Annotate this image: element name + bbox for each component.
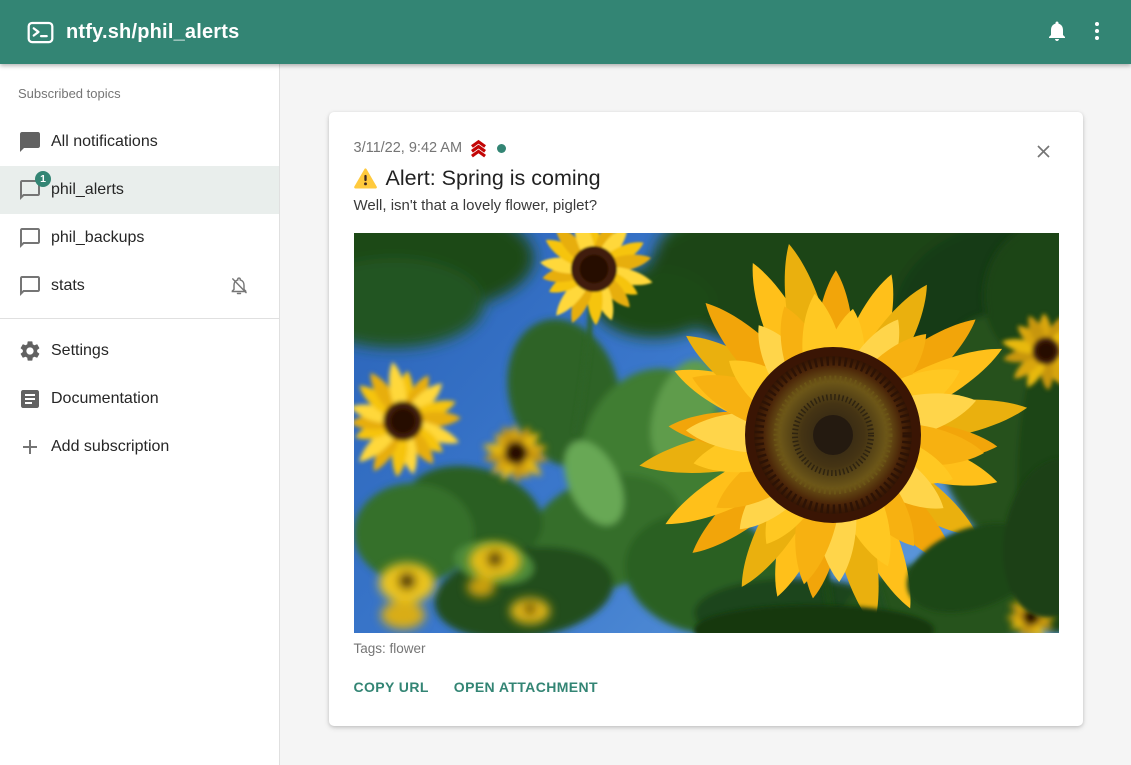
chat-bubble-outline-icon <box>18 274 42 298</box>
close-notification-button[interactable] <box>1027 136 1061 170</box>
sidebar-item-label: phil_backups <box>51 229 263 247</box>
overflow-menu-button[interactable] <box>1077 12 1117 52</box>
subscribed-topics-label: Subscribed topics <box>0 86 279 102</box>
notification-title: Alert: Spring is coming <box>386 164 601 192</box>
chat-bubble-outline-icon: 1 <box>18 178 42 202</box>
plus-icon <box>18 435 42 459</box>
app-bar: ntfy.sh/phil_alerts <box>0 0 1131 64</box>
sidebar-menu: Settings Documentation Add subscription <box>0 327 279 471</box>
sidebar-item-documentation[interactable]: Documentation <box>0 375 279 423</box>
notification-meta-row: 3/11/22, 9:42 AM <box>354 138 1058 158</box>
kebab-menu-icon <box>1085 19 1109 46</box>
close-icon <box>1033 141 1054 165</box>
sidebar-item-label: Add subscription <box>51 438 263 456</box>
sidebar-item-all-notifications[interactable]: All notifications <box>0 118 279 166</box>
main-content: 3/11/22, 9:42 AM <box>280 64 1131 765</box>
ntfy-app: ntfy.sh/phil_alerts Subscribed topics <box>0 0 1131 765</box>
sunflower-photo <box>354 233 1059 633</box>
notification-title-row: Alert: Spring is coming <box>354 164 1058 192</box>
sidebar-divider <box>0 318 279 319</box>
article-icon <box>18 387 42 411</box>
chat-bubble-filled-icon <box>18 130 42 154</box>
gear-icon <box>18 339 42 363</box>
notification-tags: Tags: flower <box>354 641 1058 657</box>
sidebar-item-label: Settings <box>51 342 263 360</box>
unread-count-badge: 1 <box>35 171 51 187</box>
notifications-bell-button[interactable] <box>1037 12 1077 52</box>
sidebar-item-add-subscription[interactable]: Add subscription <box>0 423 279 471</box>
chat-bubble-outline-icon <box>18 226 42 250</box>
notifications-bell-icon <box>1045 19 1069 46</box>
topics-list: All notifications 1 phil_alerts phil_b <box>0 118 279 310</box>
priority-max-icon <box>468 138 489 159</box>
terminal-icon[interactable] <box>26 18 54 46</box>
sidebar: Subscribed topics All notifications 1 ph <box>0 64 280 765</box>
sidebar-item-settings[interactable]: Settings <box>0 327 279 375</box>
notification-body: Well, isn't that a lovely flower, piglet… <box>354 196 1058 215</box>
notification-timestamp: 3/11/22, 9:42 AM <box>354 140 463 156</box>
app-title: ntfy.sh/phil_alerts <box>66 21 239 44</box>
attachment-image[interactable] <box>354 233 1059 633</box>
sidebar-item-label: stats <box>51 277 229 295</box>
notification-card: 3/11/22, 9:42 AM <box>329 112 1083 726</box>
open-attachment-button[interactable]: OPEN ATTACHMENT <box>446 671 606 703</box>
copy-url-button[interactable]: COPY URL <box>346 671 437 703</box>
sidebar-item-phil-backups[interactable]: phil_backups <box>0 214 279 262</box>
sidebar-item-label: All notifications <box>51 133 263 151</box>
sidebar-item-stats[interactable]: stats <box>0 262 279 310</box>
notifications-muted-icon <box>229 276 249 296</box>
sidebar-item-label: phil_alerts <box>51 181 263 199</box>
notification-actions: COPY URL OPEN ATTACHMENT <box>346 671 1058 703</box>
sidebar-item-label: Documentation <box>51 390 263 408</box>
warning-emoji-icon <box>354 168 377 189</box>
unread-dot-icon <box>497 144 506 153</box>
sidebar-item-phil-alerts[interactable]: 1 phil_alerts <box>0 166 279 214</box>
